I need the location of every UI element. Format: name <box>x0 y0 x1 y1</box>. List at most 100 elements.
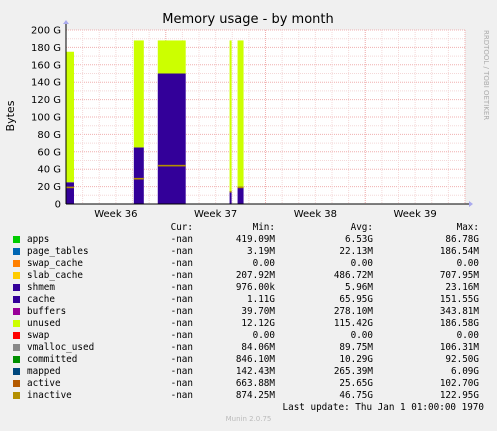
legend-c4: 0.00 <box>456 330 479 341</box>
legend-row-committed: committed -nan 846.10M 10.29G 92.50G <box>13 354 487 366</box>
area-unused <box>229 40 232 191</box>
area-cache <box>237 186 244 204</box>
legend-row-inactive: inactive -nan 874.25M 46.75G 122.95G <box>13 390 487 402</box>
legend-nm: buffers <box>27 306 67 317</box>
legend-swatch <box>13 332 20 339</box>
line-inactive <box>229 190 232 193</box>
legend-swatch <box>13 392 20 399</box>
legend-c1: -nan <box>170 342 193 353</box>
line-inactive <box>133 177 144 180</box>
header-max: Max: <box>456 222 479 233</box>
legend-c3: 22.13M <box>339 246 373 257</box>
legend-c1: -nan <box>170 282 193 293</box>
legend-c2: 1.11G <box>247 294 275 305</box>
line-inactive <box>157 164 186 167</box>
last-update: Last update: Thu Jan 1 01:00:00 1970 <box>282 402 485 413</box>
legend-c1: -nan <box>170 330 193 341</box>
legend-c3: 46.75G <box>339 390 373 401</box>
legend-c4: 707.95M <box>439 270 479 281</box>
legend-swatch <box>13 380 20 387</box>
legend-c2: 846.10M <box>235 354 275 365</box>
legend-c1: -nan <box>170 378 193 389</box>
legend-nm: slab_cache <box>27 270 83 281</box>
y-tick-label: 120 G <box>31 95 61 106</box>
legend-row-swap: swap -nan 0.00 0.00 0.00 <box>13 330 487 342</box>
legend-c3: 0.00 <box>350 330 373 341</box>
area-cache <box>229 190 232 204</box>
legend-c3: 0.00 <box>350 258 373 269</box>
area-unused <box>66 51 74 183</box>
legend-nm: unused <box>27 318 61 329</box>
legend-row-page_tables: page_tables -nan 3.19M 22.13M 186.54M <box>13 246 487 258</box>
legend-swatch <box>13 368 20 375</box>
legend-header: Cur: Min: Avg: Max: <box>13 222 487 234</box>
legend-c2: 142.43M <box>235 366 275 377</box>
legend-c4: 122.95G <box>439 390 479 401</box>
legend-c4: 23.16M <box>445 282 479 293</box>
legend-row-unused: unused -nan 12.12G 115.42G 186.58G <box>13 318 487 330</box>
x-tick-label: Week 38 <box>294 209 337 220</box>
legend-swatch <box>13 284 20 291</box>
y-tick-label: 0 <box>55 200 61 211</box>
legend-swatch <box>13 248 20 255</box>
legend-nm: swap <box>27 330 50 341</box>
legend-c1: -nan <box>170 318 193 329</box>
legend-c4: 343.81M <box>439 306 479 317</box>
legend-row-apps: apps -nan 419.09M 6.53G 86.78G <box>13 234 487 246</box>
legend-c2: 0.00 <box>252 330 275 341</box>
legend-c1: -nan <box>170 258 193 269</box>
legend-nm: committed <box>27 354 78 365</box>
legend-c2: 976.00k <box>235 282 275 293</box>
legend-swatch <box>13 320 20 327</box>
legend-c1: -nan <box>170 306 193 317</box>
legend-row-cache: cache -nan 1.11G 65.95G 151.55G <box>13 294 487 306</box>
legend-swatch <box>13 236 20 243</box>
legend-nm: page_tables <box>27 246 89 257</box>
legend-swatch <box>13 272 20 279</box>
y-tick-label: 200 G <box>31 26 61 37</box>
legend-nm: vmalloc_used <box>27 342 95 353</box>
legend-c4: 186.54M <box>439 246 479 257</box>
legend-c1: -nan <box>170 246 193 257</box>
y-tick-labels: 0 20 G 40 G 60 G 80 G 100 G 120 G 140 G 160 G 180… <box>31 26 61 211</box>
legend-c4: 102.70G <box>439 378 479 389</box>
legend-swatch <box>13 260 20 267</box>
memory-chart: 0 20 G 40 G 60 G 80 G 100 G 120 G 140 G 160 G 180… <box>4 12 490 220</box>
legend-c3: 10.29G <box>339 354 373 365</box>
legend-swatch <box>13 356 20 363</box>
y-axis-label: Bytes <box>4 100 17 131</box>
y-tick-label: 40 G <box>37 165 61 176</box>
legend-c2: 39.70M <box>241 306 275 317</box>
legend-c3: 5.96M <box>345 282 373 293</box>
line-inactive <box>66 186 74 189</box>
legend-nm: shmem <box>27 282 55 293</box>
legend-c1: -nan <box>170 366 193 377</box>
y-tick-label: 100 G <box>31 113 61 124</box>
legend-c1: -nan <box>170 390 193 401</box>
legend-c1: -nan <box>170 354 193 365</box>
legend-c4: 6.09G <box>451 366 479 377</box>
legend-c2: 84.06M <box>241 342 275 353</box>
legend-row-active: active -nan 663.88M 25.65G 102.70G <box>13 378 487 390</box>
legend-swatch <box>13 308 20 315</box>
legend-c2: 3.19M <box>247 246 275 257</box>
legend-c1: -nan <box>170 270 193 281</box>
legend-c4: 186.58G <box>439 318 479 329</box>
legend-c2: 663.88M <box>235 378 275 389</box>
x-tick-labels: Week 36 Week 37 Week 38 Week 39 <box>94 209 437 220</box>
x-tick-label: Week 36 <box>94 209 137 220</box>
area-unused <box>133 40 144 148</box>
legend-rows: apps -nan 419.09M 6.53G 86.78G page_tables -na… <box>13 234 487 402</box>
area-unused <box>237 40 244 187</box>
y-tick-label: 140 G <box>31 78 61 89</box>
legend-nm: cache <box>27 294 55 305</box>
legend-c3: 265.39M <box>333 366 373 377</box>
line-inactive <box>237 186 244 189</box>
legend-c3: 486.72M <box>333 270 373 281</box>
legend-c2: 0.00 <box>252 258 275 269</box>
chart-title: Memory usage - by month <box>162 12 333 27</box>
y-tick-label: 20 G <box>37 182 61 193</box>
legend-nm: active <box>27 378 61 389</box>
legend-swatch <box>13 344 20 351</box>
legend-row-buffers: buffers -nan 39.70M 278.10M 343.81M <box>13 306 487 318</box>
